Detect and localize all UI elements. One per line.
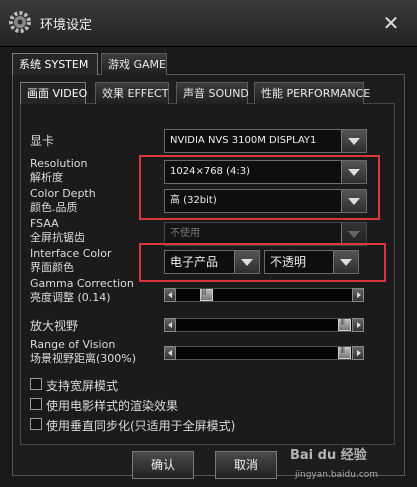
tab-video[interactable]: 画面 VIDEO (20, 82, 87, 104)
fsaa-value: 不使用 (170, 228, 200, 239)
widescreen-checkbox[interactable] (30, 378, 42, 390)
slider-right-icon[interactable] (352, 318, 364, 332)
slider-left-icon[interactable] (164, 318, 176, 332)
zoom-slider[interactable] (164, 317, 364, 332)
slider-left-icon[interactable] (164, 288, 176, 302)
tab-system[interactable]: 系统 SYSTEM (12, 53, 98, 75)
gpu-select[interactable]: NVIDIA NVS 3100M DISPLAY1 (164, 129, 367, 153)
watermark-brand: Bai du 经验 (290, 448, 367, 463)
tab-sound[interactable]: 声音 SOUND (176, 82, 249, 104)
gear-icon (9, 11, 31, 33)
gamma-slider-thumb[interactable] (199, 287, 213, 301)
slider-right-icon[interactable] (352, 346, 364, 360)
title-bar: 环境设定 ✕ (0, 0, 417, 47)
cancel-button[interactable]: 取消 (215, 451, 277, 479)
vsync-label: 使用垂直同步化(只适用于全屏模式) (46, 419, 236, 433)
zoom-slider-thumb[interactable] (338, 317, 351, 331)
watermark-url: jingyan.baidu.com (295, 470, 379, 480)
ok-button[interactable]: 确认 (132, 451, 194, 479)
highlight-box (139, 243, 386, 282)
chevron-down-icon[interactable] (341, 130, 366, 152)
chevron-down-icon[interactable] (341, 223, 366, 245)
slider-right-icon[interactable] (352, 288, 364, 302)
window-title: 环境设定 (40, 18, 93, 33)
vision-label-cn: 场景视野距离(300%) (30, 352, 137, 365)
tab-performance[interactable]: 性能 PERFORMANCE (254, 82, 370, 104)
slider-left-icon[interactable] (164, 346, 176, 360)
gpu-label: 显卡 (30, 134, 55, 148)
fsaa-label-cn: 全屏抗锯齿 (30, 231, 85, 244)
tab-game[interactable]: 游戏 GAME (101, 53, 167, 75)
vision-slider[interactable] (164, 345, 364, 360)
highlight-box (139, 155, 380, 220)
close-icon[interactable]: ✕ (378, 10, 404, 36)
gamma-slider[interactable] (164, 287, 364, 302)
vsync-checkbox[interactable] (30, 418, 42, 430)
zoom-label: 放大视野 (30, 319, 79, 333)
tab-effect[interactable]: 效果 EFFECT (95, 82, 169, 104)
cinematic-checkbox[interactable] (30, 398, 42, 410)
gamma-label-cn: 亮度调整 (0.14) (30, 291, 111, 304)
cinematic-label: 使用电影样式的渲染效果 (46, 399, 179, 413)
gpu-value: NVIDIA NVS 3100M DISPLAY1 (170, 135, 317, 146)
resolution-label-cn: 解析度 (30, 171, 63, 184)
vision-slider-thumb[interactable] (338, 345, 351, 359)
color-depth-label-cn: 颜色.品质 (30, 201, 78, 214)
widescreen-label: 支持宽屏模式 (46, 379, 119, 393)
interface-color-label-cn: 界面颜色 (30, 261, 74, 274)
